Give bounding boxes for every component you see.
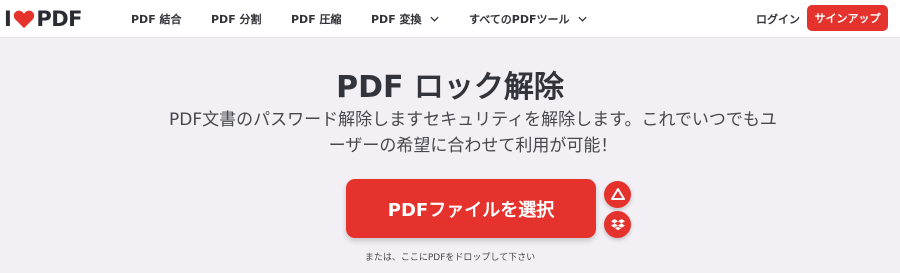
dropbox-icon [610,219,625,231]
nav-compress-pdf[interactable]: PDF 圧縮 [291,11,342,27]
nav-label: すべてのPDFツール [469,13,570,26]
nav-label: PDF 分割 [211,13,262,26]
nav-label: PDF 結合 [131,13,182,26]
heart-icon [14,10,35,29]
nav-split-pdf[interactable]: PDF 分割 [211,11,262,27]
chevron-down-icon [429,16,439,22]
page-subtitle: PDF文書のパスワード解除しますセキュリティを解除します。これでいつでもユ ーザ… [168,107,778,159]
ilovepdf-logo[interactable]: I PDF [4,6,82,32]
logo-suffix: PDF [36,7,82,31]
google-drive-button[interactable] [604,181,631,208]
google-drive-icon [610,188,625,200]
select-pdf-file-button[interactable]: PDFファイルを選択 [346,179,596,238]
page-title: PDF ロック解除 [336,70,564,105]
nav-convert-pdf[interactable]: PDF 変換 [371,11,439,27]
signup-button[interactable]: サインアップ [807,5,888,31]
nav-all-pdf-tools[interactable]: すべてのPDFツール [469,11,587,27]
subtitle-line: ーザーの希望に合わせて利用が可能！ [328,136,618,156]
login-link[interactable]: ログイン [756,11,800,27]
nav-merge-pdf[interactable]: PDF 結合 [131,11,182,27]
dropbox-button[interactable] [604,211,631,238]
nav-label: PDF 圧縮 [291,13,342,26]
logo-prefix: I [4,7,12,31]
chevron-down-icon [577,16,587,22]
subtitle-line: PDF文書のパスワード解除しますセキュリティを解除します。これでいつでもユ [169,110,777,130]
nav-label: PDF 変換 [371,13,422,26]
top-header: I PDF PDF 結合 PDF 分割 PDF 圧縮 PDF 変換 すべてのPD… [0,0,900,38]
drop-hint-text: または、ここにPDFをドロップして下さい [364,253,536,263]
